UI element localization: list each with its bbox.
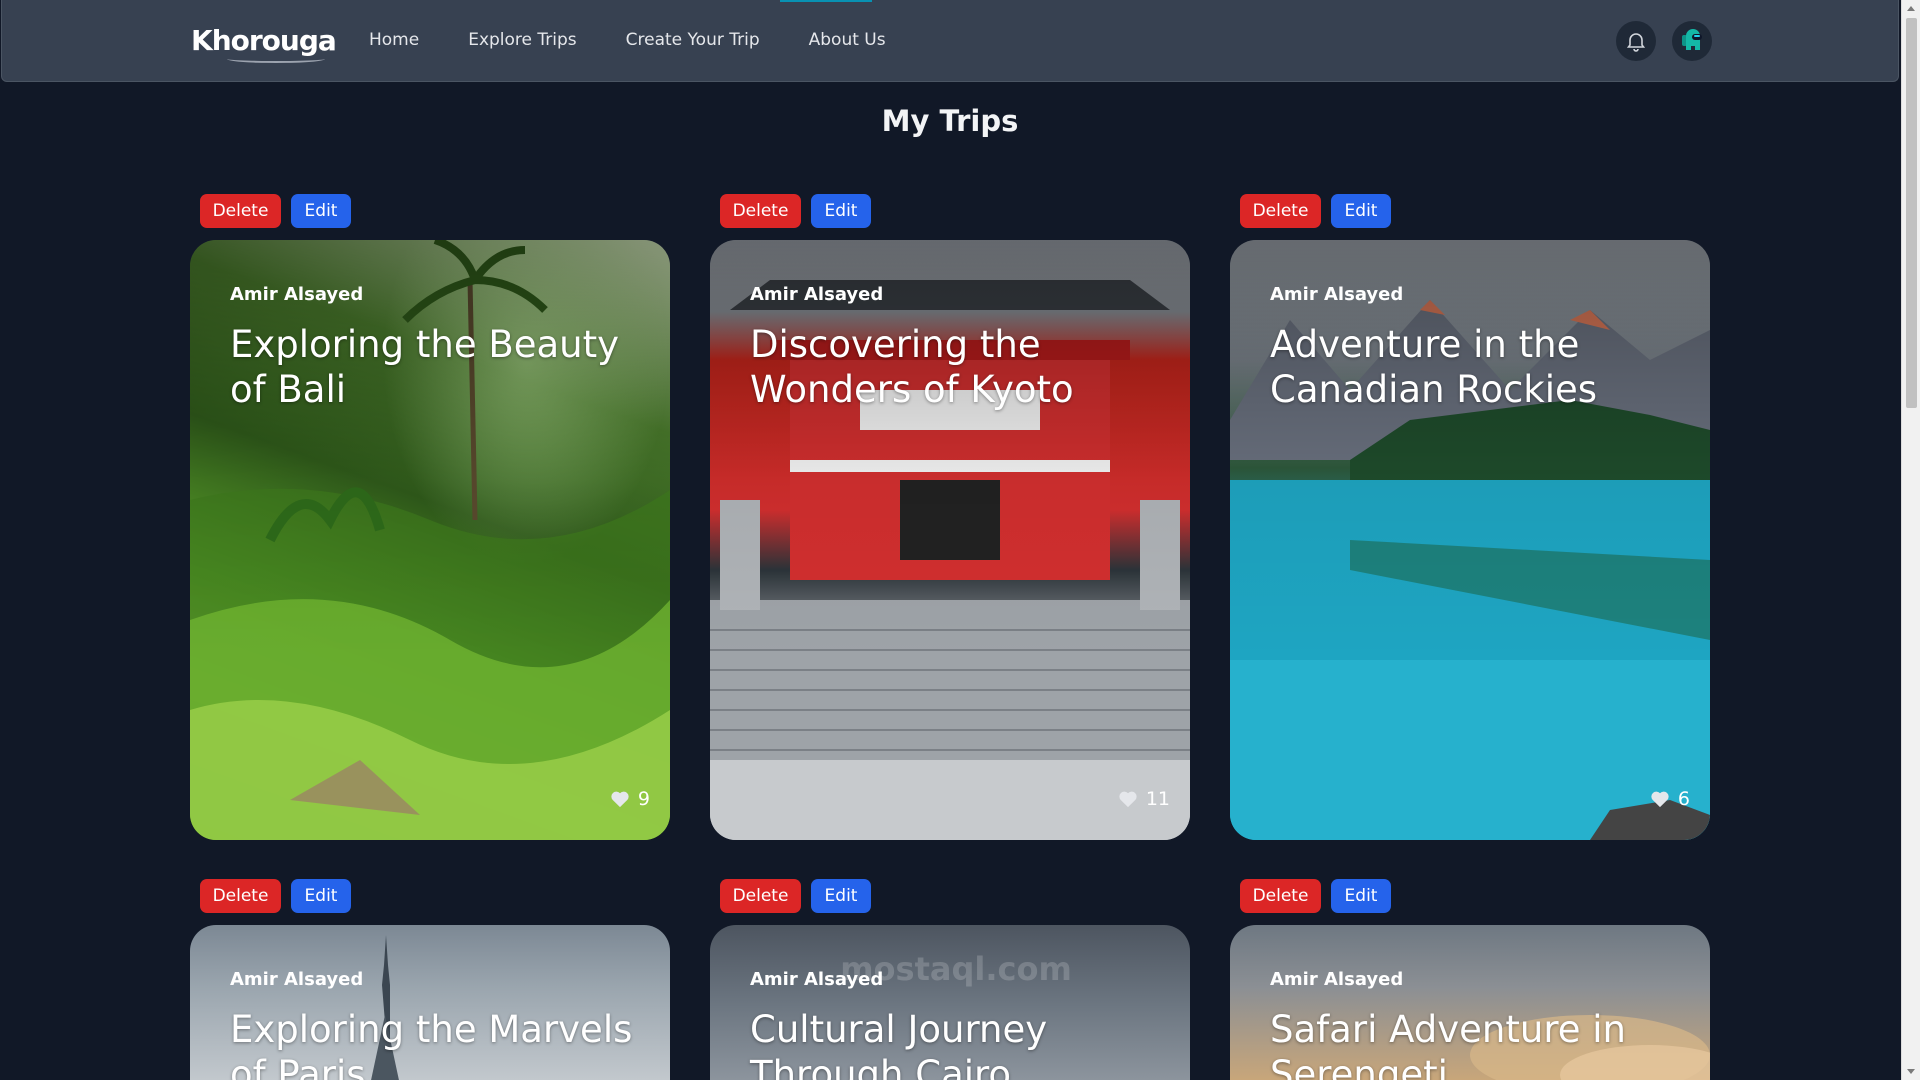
edit-button[interactable]: Edit (811, 879, 871, 913)
nav-link-about-us[interactable]: About Us (809, 30, 886, 50)
scroll-up-arrow-icon[interactable] (1907, 6, 1915, 11)
trip-title: Safari Adventure in Serengeti (1270, 1008, 1626, 1080)
trip-title: Exploring the Marvels of Paris (230, 1008, 633, 1080)
notifications-button[interactable] (1616, 21, 1656, 61)
nav-link-home[interactable]: Home (369, 30, 419, 50)
user-avatar-button[interactable] (1672, 21, 1712, 61)
trip-card[interactable]: Amir Alsayed Adventure in the Canadian R… (1230, 240, 1710, 840)
card-actions: Delete Edit (1240, 879, 1391, 913)
delete-button[interactable]: Delete (720, 879, 801, 913)
nav-link-create-your-trip[interactable]: Create Your Trip (626, 30, 760, 50)
nav-link-explore-trips[interactable]: Explore Trips (468, 30, 576, 50)
edit-button[interactable]: Edit (1331, 879, 1391, 913)
trip-author: Amir Alsayed (230, 284, 364, 305)
likes-count: 11 (1145, 788, 1170, 810)
trip-card[interactable]: Amir Alsayed Exploring the Marvels of Pa… (190, 925, 670, 1080)
card-actions: Delete Edit (200, 879, 351, 913)
delete-button[interactable]: Delete (1240, 194, 1321, 228)
heart-icon (1119, 791, 1137, 808)
heart-icon (611, 791, 629, 808)
trip-author: Amir Alsayed (750, 284, 884, 305)
likes-counter[interactable]: 6 (1650, 788, 1690, 810)
delete-button[interactable]: Delete (200, 879, 281, 913)
trip-title: Discovering the Wonders of Kyoto (750, 323, 1074, 411)
trip-author: Amir Alsayed (230, 969, 364, 990)
delete-button[interactable]: Delete (1240, 879, 1321, 913)
nav-links: Home Explore Trips Create Your Trip Abou… (369, 30, 935, 50)
trip-author: Amir Alsayed (1270, 284, 1404, 305)
likes-count: 6 (1677, 788, 1690, 810)
page-scrollbar[interactable] (1901, 0, 1920, 1080)
scroll-down-arrow-icon[interactable] (1907, 1069, 1915, 1074)
bell-icon (1626, 33, 1646, 52)
brand-swoosh (227, 55, 325, 63)
edit-button[interactable]: Edit (811, 194, 871, 228)
trip-title: Adventure in the Canadian Rockies (1270, 323, 1598, 411)
trip-card[interactable]: Amir Alsayed Exploring the Beauty of Bal… (190, 240, 670, 840)
card-actions: Delete Edit (1240, 194, 1391, 228)
trip-card[interactable]: Amir Alsayed Discovering the Wonders of … (710, 240, 1190, 840)
watermark: mostaql.com (840, 950, 1072, 988)
trip-title: Cultural Journey Through Cairo (750, 1008, 1048, 1080)
heart-icon (1651, 791, 1669, 808)
trip-title: Exploring the Beauty of Bali (230, 323, 620, 411)
edit-button[interactable]: Edit (291, 879, 351, 913)
delete-button[interactable]: Delete (200, 194, 281, 228)
top-navbar: Khorouga Home Explore Trips Create Your … (1, 0, 1899, 82)
brand-logo[interactable]: Khorouga (191, 24, 337, 57)
card-actions: Delete Edit (200, 194, 351, 228)
page-title: My Trips (881, 104, 1019, 138)
card-actions: Delete Edit (720, 879, 871, 913)
likes-count: 9 (637, 788, 650, 810)
delete-button[interactable]: Delete (720, 194, 801, 228)
nav-accent-line (780, 0, 872, 2)
likes-counter[interactable]: 11 (1118, 788, 1170, 810)
scrollbar-thumb[interactable] (1906, 18, 1917, 408)
trip-author: Amir Alsayed (1270, 969, 1404, 990)
edit-button[interactable]: Edit (291, 194, 351, 228)
trip-card[interactable]: Amir Alsayed Cultural Journey Through Ca… (710, 925, 1190, 1080)
among-us-avatar-icon (1682, 29, 1702, 50)
likes-counter[interactable]: 9 (610, 788, 650, 810)
edit-button[interactable]: Edit (1331, 194, 1391, 228)
trip-card[interactable]: Amir Alsayed Safari Adventure in Serenge… (1230, 925, 1710, 1080)
card-actions: Delete Edit (720, 194, 871, 228)
